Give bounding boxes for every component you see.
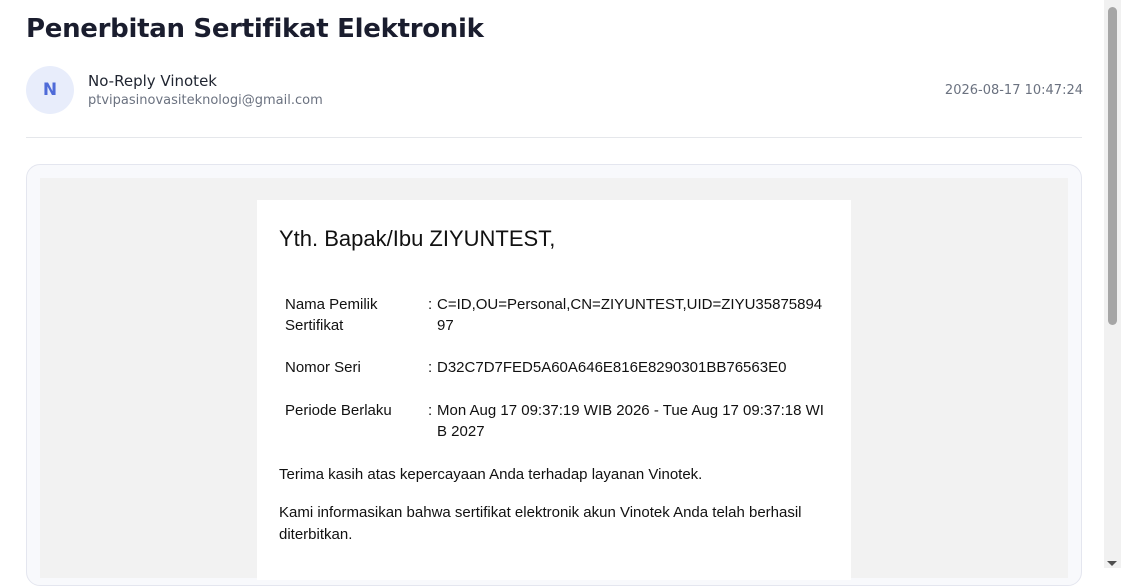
sender-avatar: N (26, 66, 74, 114)
email-subject: Penerbitan Sertifikat Elektronik (26, 14, 484, 44)
greeting: Yth. Bapak/Ibu ZIYUNTEST, (279, 226, 556, 251)
field-value: C=ID,OU=Personal,CN=ZIYUNTEST,UID=ZIYU35… (437, 296, 823, 334)
vertical-scrollbar[interactable] (1104, 0, 1121, 568)
field-label: Nama Pemilik Sertifikat (285, 296, 378, 334)
sender-name: No-Reply Vinotek (88, 72, 217, 90)
field-colon: : (428, 296, 433, 313)
field-colon: : (428, 359, 433, 376)
sender-email[interactable]: ptvipasinovasiteknologi@gmail.com (88, 93, 323, 108)
field-value: D32C7D7FED5A60A646E816E8290301BB76563E0 (437, 359, 787, 376)
field-value: Mon Aug 17 09:37:19 WIB 2026 - Tue Aug 1… (437, 402, 824, 440)
field-label: Periode Berlaku (285, 402, 392, 419)
email-message-card: Yth. Bapak/Ibu ZIYUNTEST, Nama Pemilik S… (257, 200, 851, 580)
field-colon: : (428, 402, 433, 419)
thank-you-paragraph: Terima kasih atas kepercayaan Anda terha… (279, 466, 703, 483)
field-label: Nomor Seri (285, 359, 361, 376)
scrollbar-thumb[interactable] (1108, 7, 1117, 325)
scroll-down-arrow-icon[interactable] (1107, 561, 1117, 566)
header-divider (26, 137, 1082, 138)
info-paragraph: Kami informasikan bahwa sertifikat elekt… (279, 504, 802, 543)
email-timestamp: 2026-08-17 10:47:24 (944, 83, 1083, 98)
